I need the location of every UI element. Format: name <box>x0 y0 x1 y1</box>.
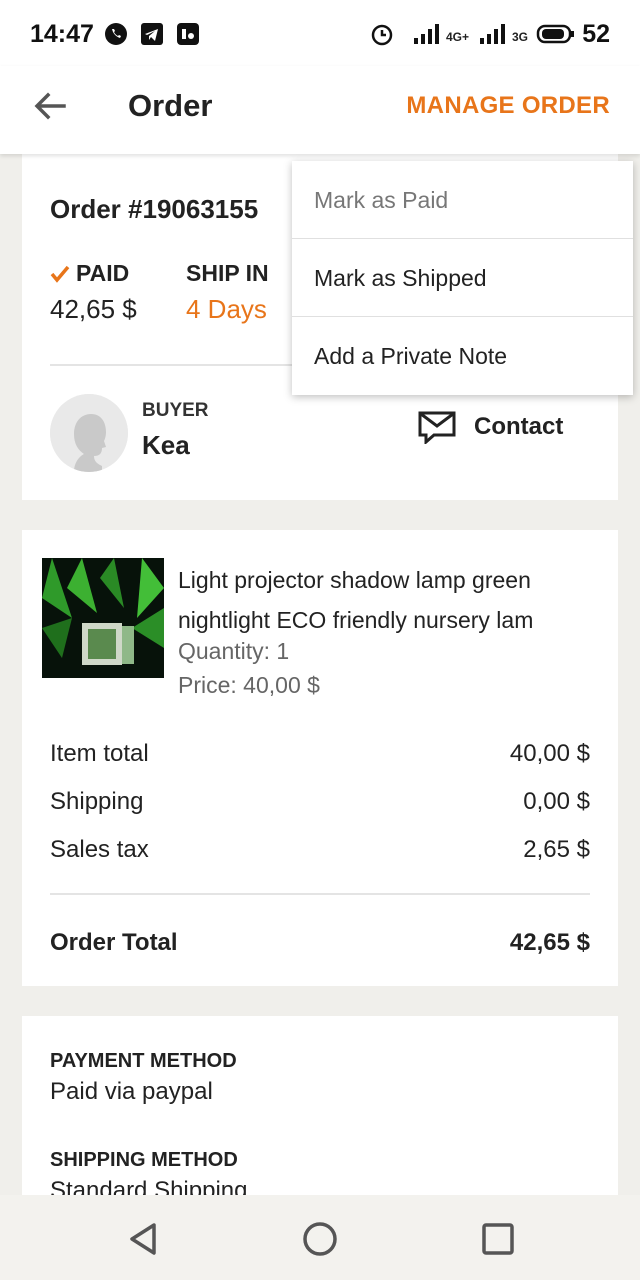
product-image <box>42 558 164 678</box>
divider <box>50 364 296 366</box>
menu-item-mark-as-shipped[interactable]: Mark as Shipped <box>292 239 633 317</box>
network-label-2: 3G <box>512 30 529 44</box>
divider <box>50 893 590 895</box>
ship-in-label: SHIP IN <box>186 260 269 286</box>
avatar <box>50 394 128 472</box>
order-number: Order #19063155 <box>50 194 259 224</box>
buyer-label: BUYER <box>142 400 209 421</box>
manage-order-menu: Mark as Paid Mark as Shipped Add a Priva… <box>292 161 633 395</box>
paid-label: PAID <box>76 260 130 286</box>
shipping-method-label: SHIPPING METHOD <box>50 1149 238 1171</box>
contact-button[interactable]: Contact <box>418 410 563 444</box>
mail-icon <box>418 411 456 444</box>
manage-order-button[interactable]: MANAGE ORDER <box>406 92 610 120</box>
paid-amount: 42,65 $ <box>50 294 137 324</box>
shipping-value: 0,00 $ <box>523 788 590 815</box>
ship-in-value: 4 Days <box>186 294 267 324</box>
sales-tax-value: 2,65 $ <box>523 836 590 863</box>
app-bar: Order MANAGE ORDER <box>0 66 640 154</box>
signal-icon <box>414 24 439 44</box>
order-items-card: Light projector shadow lamp green nightl… <box>22 530 618 986</box>
nav-home-icon[interactable] <box>300 1219 340 1259</box>
signal-icon-2 <box>480 24 505 44</box>
contact-label: Contact <box>474 413 564 440</box>
avatar-silhouette-icon <box>50 394 128 472</box>
app-icon <box>177 23 199 45</box>
product-thumbnail[interactable] <box>42 558 164 678</box>
item-total-row: Item total 40,00 $ <box>50 740 590 768</box>
battery-level: 52 <box>582 20 610 48</box>
nav-recents-icon[interactable] <box>478 1219 518 1259</box>
payment-method-value: Paid via paypal <box>50 1078 213 1105</box>
product-title[interactable]: Light projector shadow lamp green nightl… <box>178 560 608 640</box>
back-arrow-icon[interactable] <box>30 86 70 126</box>
alarm-icon <box>371 24 393 46</box>
order-total-label: Order Total <box>50 929 178 956</box>
nav-back-icon[interactable] <box>124 1219 164 1259</box>
product-quantity: Quantity: 1 <box>178 638 290 664</box>
payment-shipping-card: PAYMENT METHOD Paid via paypal SHIPPING … <box>22 1016 618 1196</box>
system-nav-bar <box>0 1195 640 1280</box>
product-price: Price: 40,00 $ <box>178 672 320 698</box>
menu-item-mark-as-paid[interactable]: Mark as Paid <box>292 161 633 239</box>
order-total-row: Order Total 42,65 $ <box>50 929 590 957</box>
sales-tax-label: Sales tax <box>50 836 149 863</box>
shipping-row: Shipping 0,00 $ <box>50 788 590 816</box>
product-title-line2: nightlight ECO friendly nursery lam <box>178 607 534 633</box>
telegram-icon <box>141 23 163 45</box>
sales-tax-row: Sales tax 2,65 $ <box>50 836 590 864</box>
order-total-value: 42,65 $ <box>509 929 590 956</box>
battery-icon <box>536 24 574 44</box>
shipping-method-value: Standard Shipping <box>50 1177 248 1196</box>
buyer-name: Kea <box>142 430 190 460</box>
payment-method-label: PAYMENT METHOD <box>50 1050 237 1072</box>
check-icon <box>50 265 70 283</box>
item-total-label: Item total <box>50 740 149 767</box>
network-label-1: 4G+ <box>446 30 470 44</box>
product-title-line1: Light projector shadow lamp green <box>178 567 531 593</box>
item-total-value: 40,00 $ <box>509 740 590 767</box>
status-time: 14:47 <box>30 20 94 48</box>
paid-status: PAID <box>50 260 129 287</box>
shipping-label: Shipping <box>50 788 144 815</box>
status-bar: 14:47 4G+ 3G 52 <box>0 0 640 66</box>
menu-item-add-private-note[interactable]: Add a Private Note <box>292 317 633 395</box>
page-title: Order <box>128 88 213 123</box>
whatsapp-icon <box>105 23 127 45</box>
